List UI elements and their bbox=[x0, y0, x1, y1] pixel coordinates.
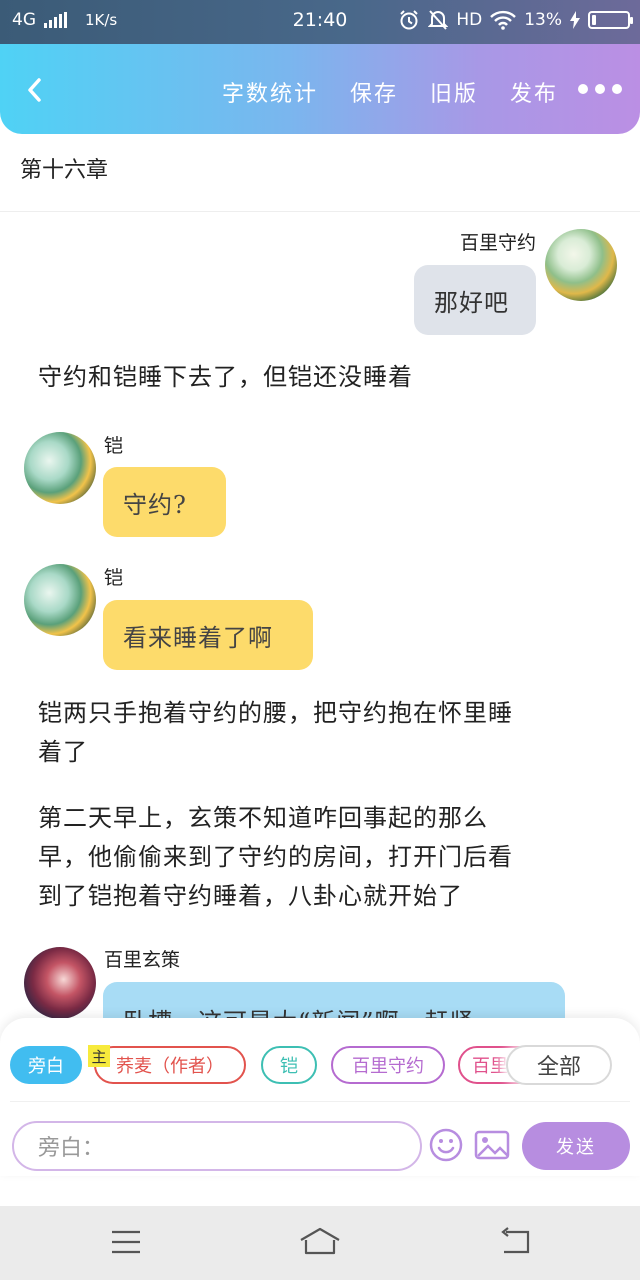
battery-level bbox=[592, 15, 596, 25]
speaker-name: 百里玄策 bbox=[104, 949, 181, 971]
toolbar-actions: 字数统计 保存 旧版 发布 bbox=[222, 76, 558, 108]
home-icon[interactable] bbox=[298, 1226, 342, 1258]
battery-percent: 13% bbox=[524, 10, 562, 30]
old-version-button[interactable]: 旧版 bbox=[430, 76, 478, 108]
narration-line: 到了铠抱着守约睡着，八卦心就开始了 bbox=[38, 882, 463, 910]
main-role-badge: 主 bbox=[88, 1045, 110, 1067]
all-roles-button[interactable]: 全部 bbox=[506, 1045, 612, 1085]
status-bar: 4G 1K/s 21:40 HD 13% bbox=[0, 0, 640, 44]
editor-toolbar: 字数统计 保存 旧版 发布 bbox=[0, 44, 640, 134]
composer-divider bbox=[10, 1101, 630, 1102]
speaker-name: 铠 bbox=[104, 567, 124, 589]
narration-line: 着了 bbox=[38, 738, 88, 766]
role-chip-author[interactable]: 荞麦（作者） bbox=[94, 1046, 246, 1084]
more-dots-icon[interactable] bbox=[578, 84, 622, 94]
battery-icon bbox=[588, 11, 633, 29]
narration-text[interactable]: 铠两只手抱着守约的腰，把守约抱在怀里睡 着了 bbox=[38, 694, 598, 772]
narration-text[interactable]: 第二天早上，玄策不知道咋回事起的那么 早，他偷偷来到了守约的房间，打开门后看 到… bbox=[38, 799, 598, 916]
mute-icon bbox=[428, 10, 449, 30]
role-chip-shouyue[interactable]: 百里守约 bbox=[331, 1046, 445, 1084]
status-right: HD 13% bbox=[398, 9, 633, 31]
message-input[interactable]: 旁白： bbox=[12, 1121, 422, 1171]
chevron-left-icon bbox=[28, 78, 41, 102]
avatar-kai[interactable] bbox=[24, 432, 96, 504]
charging-icon bbox=[570, 11, 580, 29]
back-button[interactable] bbox=[20, 74, 48, 106]
chapter-title[interactable]: 第十六章 bbox=[20, 152, 108, 184]
narration-text[interactable]: 守约和铠睡下去了，但铠还没睡着 bbox=[38, 358, 598, 397]
narration-line: 早，他偷偷来到了守约的房间，打开门后看 bbox=[38, 843, 513, 871]
word-count-button[interactable]: 字数统计 bbox=[222, 76, 318, 108]
publish-button[interactable]: 发布 bbox=[510, 76, 558, 108]
narration-line: 第二天早上，玄策不知道咋回事起的那么 bbox=[38, 804, 488, 832]
speaker-name: 百里守约 bbox=[459, 232, 536, 254]
role-chip-narrator[interactable]: 旁白 bbox=[10, 1046, 82, 1084]
role-chip-kai[interactable]: 铠 bbox=[261, 1046, 317, 1084]
message-bubble[interactable]: 守约? bbox=[103, 467, 226, 537]
image-icon[interactable] bbox=[474, 1130, 510, 1160]
avatar-shouyue[interactable] bbox=[545, 229, 617, 301]
hd-indicator: HD bbox=[456, 10, 483, 30]
message-bubble[interactable]: 看来睡着了啊 bbox=[103, 600, 313, 670]
avatar-xuance[interactable] bbox=[24, 947, 96, 1019]
avatar-kai[interactable] bbox=[24, 564, 96, 636]
menu-icon[interactable] bbox=[110, 1226, 142, 1258]
speaker-name: 铠 bbox=[104, 435, 124, 457]
wifi-icon bbox=[490, 10, 517, 30]
narration-line: 铠两只手抱着守约的腰，把守约抱在怀里睡 bbox=[38, 699, 513, 727]
message-bubble[interactable]: 那好吧 bbox=[414, 265, 536, 335]
send-button[interactable]: 发送 bbox=[522, 1122, 630, 1170]
alarm-icon bbox=[400, 10, 419, 30]
emoji-icon[interactable] bbox=[429, 1128, 463, 1162]
save-button[interactable]: 保存 bbox=[350, 76, 398, 108]
navigation-bar bbox=[0, 1206, 640, 1280]
back-icon[interactable] bbox=[498, 1226, 532, 1258]
title-divider bbox=[0, 211, 640, 212]
role-selector: 旁白 荞麦（作者） 铠 百里守约 百里 bbox=[10, 1046, 520, 1092]
